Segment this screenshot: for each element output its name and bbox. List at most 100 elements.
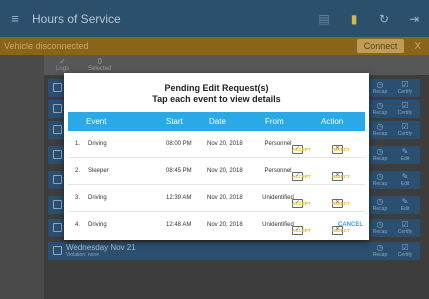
col-date: Date xyxy=(209,117,226,126)
recap-label: Recap xyxy=(372,181,388,187)
table-row[interactable]: 1. Driving 08:00 PM Nov 20, 2018 Personn… xyxy=(68,131,365,158)
row-start: 08:45 PM xyxy=(166,168,192,174)
edit-label: Edit xyxy=(400,206,410,212)
row-date: Nov 20, 2018 xyxy=(207,195,243,201)
clock-icon: ◷ xyxy=(376,122,384,131)
row-date: Nov 20, 2018 xyxy=(207,141,243,147)
cancel-button[interactable]: CANCEL xyxy=(338,222,420,289)
app-bar: ≡ Hours of Service ▤ ▮ ↻ ⇥ xyxy=(0,0,429,37)
row-number: 4. xyxy=(75,222,81,228)
certify-label: Certify xyxy=(397,110,413,116)
dialog-title: Pending Edit Request(s) xyxy=(164,83,269,93)
recap-button[interactable]: ◷ Recap xyxy=(369,122,391,137)
col-event: Event xyxy=(86,117,107,126)
certify-label: Certify xyxy=(397,89,413,95)
pencil-icon: ✎ xyxy=(401,197,409,206)
row-start: 08:00 PM xyxy=(166,141,192,147)
recap-label: Recap xyxy=(372,89,388,95)
row-number: 2. xyxy=(75,168,81,174)
recap-label: Recap xyxy=(372,206,388,212)
row-event: Driving xyxy=(88,222,107,228)
table-row[interactable]: 3. Driving 12:39 AM Nov 20, 2018 Unident… xyxy=(68,185,365,212)
accept-label: ACCEPT xyxy=(292,174,311,179)
clock-icon: ◷ xyxy=(376,147,384,156)
row-date: Nov 20, 2018 xyxy=(207,222,243,228)
connect-button[interactable]: Connect xyxy=(356,39,405,53)
banner-text: Vehicle disconnected xyxy=(4,41,89,51)
menu-icon[interactable]: ≡ xyxy=(0,11,30,26)
certify-button[interactable]: ☑ Certify xyxy=(394,80,416,95)
day-checkbox[interactable] xyxy=(53,104,62,113)
logs-tab[interactable]: ✓ Logs xyxy=(56,57,69,72)
row-event: Sleeper xyxy=(88,168,109,174)
reject-label: REJECT xyxy=(332,174,350,179)
col-from: From xyxy=(265,117,284,126)
selected-count: 0 Selected xyxy=(88,57,111,72)
row-number: 3. xyxy=(75,195,81,201)
row-start: 12:39 AM xyxy=(166,195,192,201)
accept-label: ACCEPT xyxy=(292,201,311,206)
recap-button[interactable]: ◷ Recap xyxy=(369,172,391,187)
row-event: Driving xyxy=(88,141,107,147)
certify-button[interactable]: ☑ Certify xyxy=(394,122,416,137)
device-icon[interactable]: ▮ xyxy=(339,12,369,26)
row-event: Driving xyxy=(88,195,107,201)
close-banner-button[interactable]: X xyxy=(414,41,421,52)
logs-label: Logs xyxy=(56,66,70,72)
check-icon: ✓ xyxy=(59,57,66,66)
recap-label: Recap xyxy=(372,156,388,162)
table-header: Event Start Date From Action xyxy=(68,112,365,131)
recap-button[interactable]: ◷ Recap xyxy=(369,80,391,95)
selected-label: Selected xyxy=(88,66,112,72)
clock-icon: ◷ xyxy=(376,197,384,206)
recap-button[interactable]: ◷ Recap xyxy=(369,147,391,162)
page-title: Hours of Service xyxy=(32,11,121,26)
certify-label: Certify xyxy=(397,131,413,137)
pencil-icon: ✎ xyxy=(401,147,409,156)
message-icon[interactable]: ▤ xyxy=(309,12,339,26)
accept-label: ACCEPT xyxy=(292,147,311,152)
edit-label: Edit xyxy=(400,156,410,162)
selected-number: 0 xyxy=(97,57,102,66)
certify-icon: ☑ xyxy=(401,80,409,89)
edit-button[interactable]: ✎ Edit xyxy=(394,172,416,187)
recap-label: Recap xyxy=(372,110,388,116)
refresh-icon[interactable]: ↻ xyxy=(369,12,399,26)
edit-button[interactable]: ✎ Edit xyxy=(394,147,416,162)
recap-button[interactable]: ◷ Recap xyxy=(369,101,391,116)
day-checkbox[interactable] xyxy=(53,83,62,92)
edit-button[interactable]: ✎ Edit xyxy=(394,197,416,212)
row-start: 12:48 AM xyxy=(166,222,192,228)
accept-label: ACCEPT xyxy=(292,228,311,233)
day-checkbox[interactable] xyxy=(53,150,62,159)
table-row[interactable]: 4. Driving 12:48 AM Nov 20, 2018 Unident… xyxy=(68,212,365,239)
col-action: Action xyxy=(321,117,344,126)
pencil-icon: ✎ xyxy=(401,172,409,181)
day-checkbox[interactable] xyxy=(53,223,62,232)
day-checkbox[interactable] xyxy=(53,175,62,184)
pending-edit-dialog: Pending Edit Request(s) Tap each event t… xyxy=(64,73,369,240)
recap-button[interactable]: ◷ Recap xyxy=(369,197,391,212)
row-date: Nov 20, 2018 xyxy=(207,168,243,174)
day-checkbox[interactable] xyxy=(53,200,62,209)
day-checkbox[interactable] xyxy=(53,125,62,134)
col-start: Start xyxy=(166,117,183,126)
edit-label: Edit xyxy=(400,181,410,187)
left-strip xyxy=(0,55,44,299)
table-row[interactable]: 2. Sleeper 08:45 PM Nov 20, 2018 Personn… xyxy=(68,158,365,185)
certify-button[interactable]: ☑ Certify xyxy=(394,101,416,116)
certify-icon: ☑ xyxy=(401,122,409,131)
clock-icon: ◷ xyxy=(376,172,384,181)
day-violation: Violation: none xyxy=(66,252,99,258)
vehicle-status-banner: Vehicle disconnected Connect X xyxy=(0,37,429,55)
recap-label: Recap xyxy=(372,131,388,137)
day-title: Wednesday Nov 21 xyxy=(66,243,136,252)
row-number: 1. xyxy=(75,141,81,147)
reject-label: REJECT xyxy=(332,201,350,206)
clock-icon: ◷ xyxy=(376,80,384,89)
reject-label: REJECT xyxy=(332,147,350,152)
logout-icon[interactable]: ⇥ xyxy=(399,12,429,26)
clock-icon: ◷ xyxy=(376,101,384,110)
day-checkbox[interactable] xyxy=(53,246,62,255)
certify-icon: ☑ xyxy=(401,101,409,110)
